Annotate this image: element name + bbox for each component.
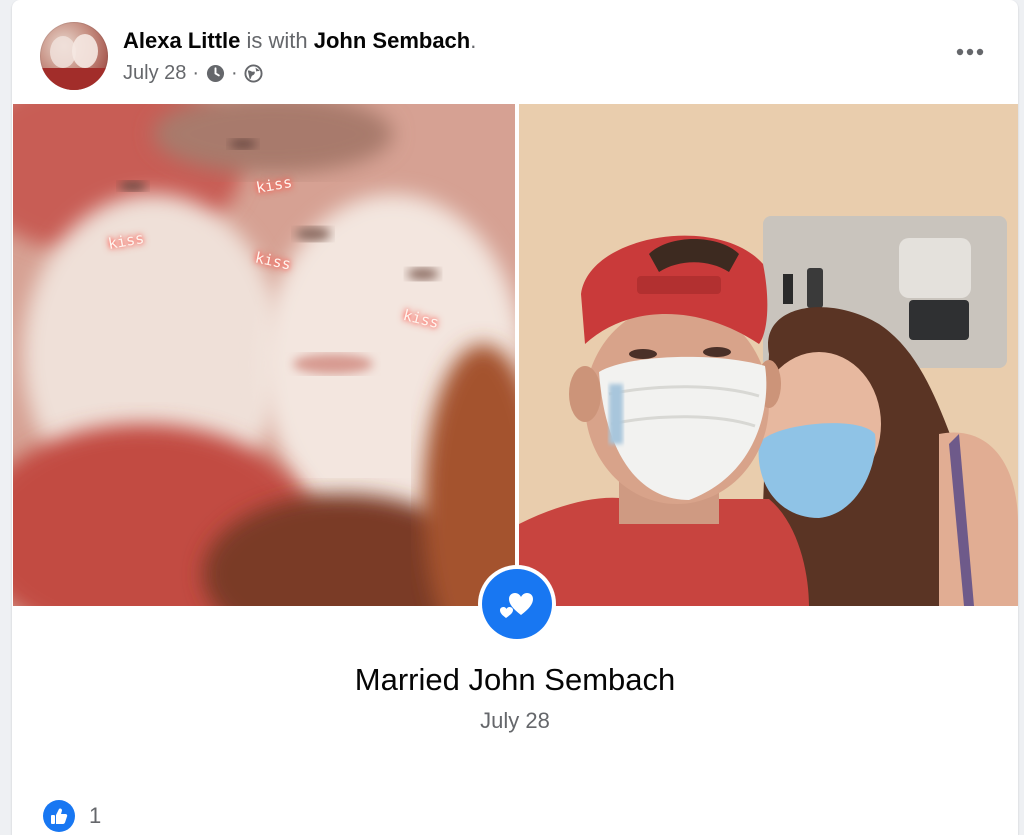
meta-separator: ·: [231, 62, 238, 84]
life-event-date: July 28: [480, 708, 550, 733]
more-options-button[interactable]: [952, 38, 988, 66]
author-name-link[interactable]: Alexa Little: [123, 28, 240, 53]
meta-separator: ·: [192, 62, 200, 84]
avatar-shirt: [40, 68, 108, 90]
headline-period: .: [470, 28, 477, 53]
tagged-name-link[interactable]: John Sembach: [314, 28, 470, 53]
clock-icon: [205, 64, 225, 84]
photo-right[interactable]: [519, 104, 1018, 606]
photo-left[interactable]: kiss kiss kiss kiss: [13, 104, 515, 606]
post-meta: July 28 · ·: [123, 62, 264, 85]
life-event-title: Married John Sembach: [354, 662, 676, 697]
post-date-link[interactable]: July 28: [123, 62, 186, 85]
with-text: is with: [246, 28, 308, 53]
life-event-badge: [478, 565, 556, 643]
avatar-face: [72, 34, 98, 68]
more-options-icon: [956, 48, 984, 56]
globe-icon[interactable]: [244, 64, 264, 84]
hearts-icon: [482, 569, 552, 639]
like-icon: [43, 800, 75, 832]
post-card: Alexa Little is with John Sembach. July …: [12, 0, 1018, 835]
reactions-summary[interactable]: 1: [43, 800, 101, 832]
reaction-count: 1: [89, 803, 102, 828]
post-headline: Alexa Little is with John Sembach.: [123, 28, 476, 54]
author-avatar[interactable]: [40, 22, 108, 90]
